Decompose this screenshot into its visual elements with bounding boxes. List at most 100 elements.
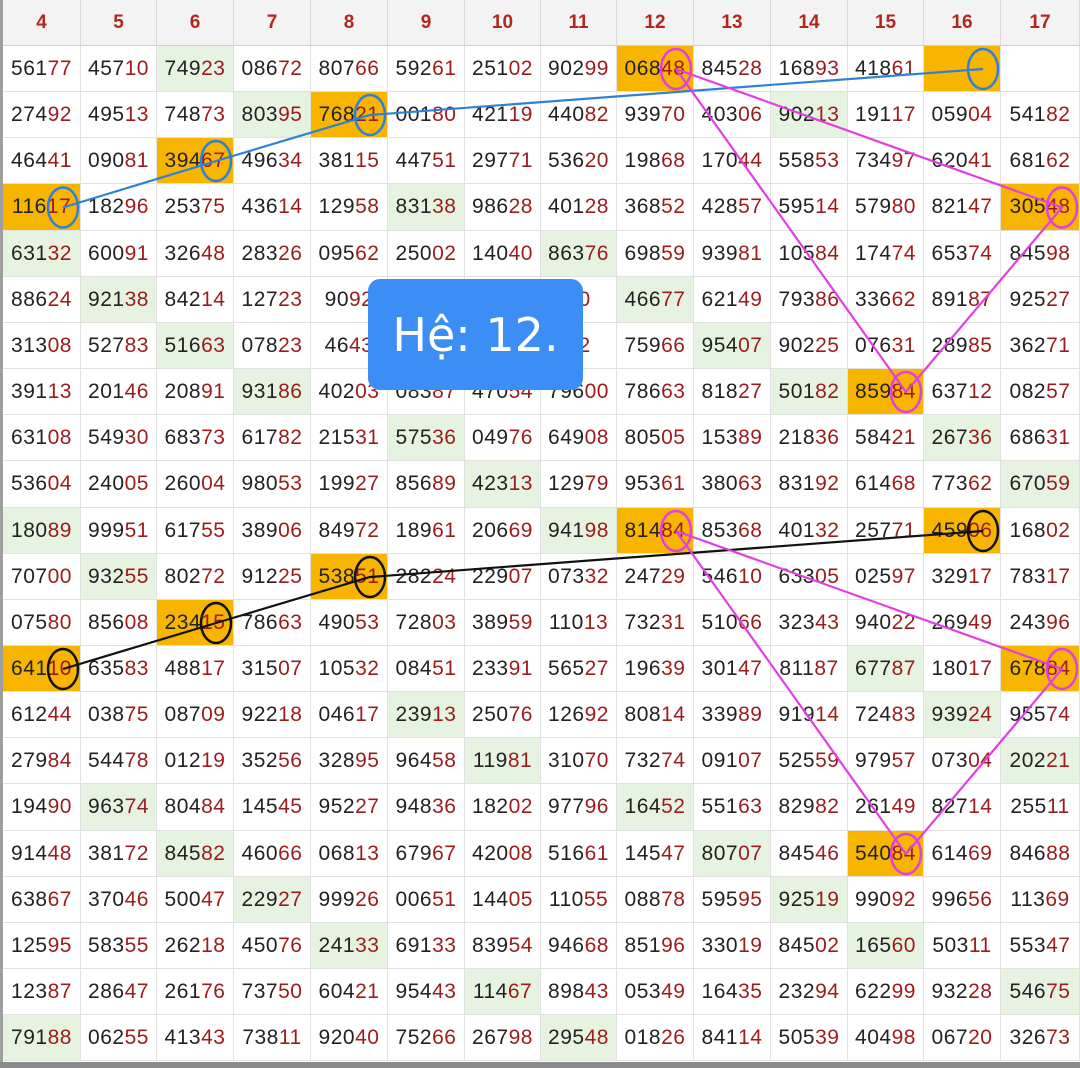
table-cell: 738 11: [234, 1015, 311, 1061]
cell-head-digits: 215: [318, 425, 356, 449]
table-cell: 404 98: [848, 1015, 924, 1061]
cell-head-digits: 558: [778, 148, 816, 172]
table-cell: 946 68: [541, 923, 617, 969]
cell-head-digits: 450: [241, 933, 279, 957]
table-cell: 403 06: [694, 92, 771, 138]
cell-head-digits: 247: [624, 564, 662, 588]
cell-head-digits: 123: [11, 979, 48, 1003]
cell-head-digits: 394: [164, 148, 202, 172]
cell-head-digits: 641: [11, 656, 48, 680]
table-cell: 604 21: [311, 969, 388, 1015]
table-cell: 670 59: [1001, 461, 1080, 508]
cell-head-digits: 279: [11, 748, 48, 772]
cell-head-digits: 323: [778, 610, 816, 634]
table-cell: 087 09: [157, 692, 234, 738]
cell-head-digits: 053: [624, 979, 662, 1003]
cell-tail-digits: 51: [432, 148, 457, 172]
cell-head-digits: 255: [1010, 795, 1047, 818]
table-cell: 164 35: [694, 969, 771, 1015]
cell-head-digits: 049: [472, 425, 509, 449]
cell-head-digits: 540: [855, 841, 892, 865]
table-cell: 368 52: [617, 184, 694, 231]
cell-head-digits: 818: [701, 379, 739, 403]
table-cell: 939 70: [617, 92, 694, 138]
cell-head-digits: 250: [472, 702, 509, 726]
table-cell: 243 96: [1001, 600, 1080, 646]
cell-tail-digits: 89: [47, 518, 72, 542]
table-cell: 206 69: [465, 508, 541, 554]
table-cell: 600 91: [81, 231, 157, 277]
table-cell: 859 84: [848, 369, 924, 415]
cell-head-digits: 201: [88, 379, 125, 403]
cell-head-digits: 614: [855, 472, 892, 495]
cell-tail-digits: 39: [661, 656, 686, 680]
cell-tail-digits: 92: [891, 887, 916, 911]
cell-head-digits: 561: [11, 56, 48, 80]
cell-head-digits: 845: [778, 933, 816, 957]
column-header: 14: [771, 0, 848, 46]
cell-head-digits: 068: [318, 841, 356, 865]
table-cell: 807 66: [311, 46, 388, 92]
cell-tail-digits: 67: [201, 148, 226, 172]
cell-head-digits: 990: [855, 887, 892, 911]
cell-tail-digits: 55: [124, 564, 149, 588]
cell-head-digits: 829: [778, 795, 816, 818]
table-cell: 728 03: [388, 600, 465, 646]
cell-tail-digits: 07: [738, 841, 763, 865]
cell-head-digits: 418: [855, 56, 892, 80]
table-cell: 856 08: [81, 600, 157, 646]
cell-tail-digits: 84: [891, 379, 916, 403]
table-cell: 544 78: [81, 738, 157, 784]
cell-tail-digits: 05: [124, 472, 149, 495]
cell-head-digits: 329: [931, 564, 969, 588]
cell-head-digits: 614: [931, 841, 969, 865]
cell-head-digits: 724: [855, 702, 892, 726]
table-cell: 846 88: [1001, 831, 1080, 877]
cell-tail-digits: 47: [1046, 933, 1071, 957]
cell-tail-digits: 73: [1046, 1025, 1071, 1049]
cell-tail-digits: 57: [738, 195, 763, 218]
table-cell: 329 17: [924, 554, 1001, 600]
cell-tail-digits: 17: [1046, 564, 1071, 588]
cell-tail-digits: 12: [968, 379, 993, 403]
cell-tail-digits: 77: [661, 287, 686, 311]
cell-tail-digits: 49: [891, 795, 916, 818]
table-cell: 752 66: [388, 1015, 465, 1061]
cell-tail-digits: 68: [584, 933, 609, 957]
table-cell: 773 62: [924, 461, 1001, 508]
cell-tail-digits: 99: [584, 56, 609, 80]
cell-head-digits: 261: [855, 795, 892, 818]
table-cell: 631 32: [3, 231, 81, 277]
table-cell: 732 74: [617, 738, 694, 784]
table-cell: 305 48: [1001, 184, 1080, 231]
cell-tail-digits: 66: [661, 333, 686, 357]
cell-head-digits: 851: [624, 933, 662, 957]
cell-tail-digits: 47: [201, 887, 226, 911]
table-cell: 180 89: [3, 508, 81, 554]
cell-head-digits: 105: [318, 656, 356, 680]
table-cell: 955 74: [1001, 692, 1080, 738]
table-cell: 170 44: [694, 138, 771, 184]
cell-head-digits: 389: [241, 518, 279, 542]
cell-tail-digits: 32: [355, 656, 380, 680]
cell-tail-digits: 46: [815, 841, 840, 865]
table-cell: 413 43: [157, 1015, 234, 1061]
cell-tail-digits: 36: [432, 425, 457, 449]
cell-head-digits: 140: [472, 241, 509, 265]
cell-tail-digits: 47: [661, 841, 686, 865]
cell-tail-digits: 66: [278, 841, 303, 865]
cell-tail-digits: 55: [201, 518, 226, 542]
cell-tail-digits: 78: [124, 748, 149, 772]
cell-head-digits: 46: [324, 333, 349, 357]
table-cell: 339 89: [694, 692, 771, 738]
table-cell: 229 07: [465, 554, 541, 600]
cell-head-digits: 637: [931, 379, 969, 403]
cell-tail-digits: 66: [355, 56, 380, 80]
cell-tail-digits: 70: [584, 748, 609, 772]
cell-head-digits: 301: [701, 656, 739, 680]
table-cell: 622 99: [848, 969, 924, 1015]
table-cell: 953 61: [617, 461, 694, 508]
cell-head-digits: 402: [318, 379, 356, 403]
cell-head-digits: 144: [472, 887, 509, 911]
cell-head-digits: 749: [164, 56, 202, 80]
